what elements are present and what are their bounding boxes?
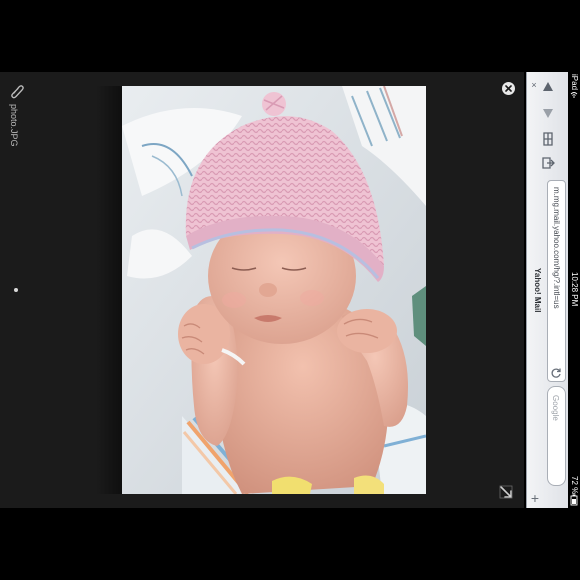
browser-toolbar: × m.mg.mail.yahoo.com/hg/?.intl=us Yahoo… <box>526 72 569 508</box>
ipad-screen: photo.JPG × m.mg.mail.yahoo.com/hg/?.int… <box>0 0 580 580</box>
clock: 10:28 PM <box>570 272 579 307</box>
page-indicator-dot <box>14 288 18 292</box>
battery-percent: 72 % <box>570 476 579 495</box>
search-placeholder: Google <box>551 395 560 421</box>
wifi-icon <box>570 92 578 98</box>
share-icon[interactable] <box>539 154 557 172</box>
device-label: iPad <box>570 74 579 91</box>
tab-close-button[interactable]: × <box>529 80 539 90</box>
triangle-back-icon[interactable] <box>539 78 557 96</box>
triangle-forward-icon[interactable] <box>539 104 557 122</box>
paperclip-icon <box>11 85 24 99</box>
close-icon <box>505 85 512 92</box>
battery-icon <box>570 494 578 506</box>
page-title: Yahoo! Mail <box>533 268 542 313</box>
add-tab-button[interactable]: + <box>526 488 544 508</box>
book-icon[interactable] <box>539 130 557 148</box>
photo-viewer: photo.JPG <box>0 72 524 508</box>
url-text: m.mg.mail.yahoo.com/hg/?.intl=us <box>552 187 561 309</box>
file-name-label: photo.JPG <box>9 104 19 147</box>
reload-icon[interactable] <box>550 367 562 379</box>
url-field[interactable]: m.mg.mail.yahoo.com/hg/?.intl=us <box>547 180 566 382</box>
status-bar: iPad 10:28 PM 72 % <box>568 72 580 508</box>
close-viewer-button[interactable] <box>502 82 515 95</box>
attachment-photo[interactable] <box>122 86 426 494</box>
expand-arrow-icon[interactable] <box>499 485 513 499</box>
search-field[interactable]: Google <box>547 386 566 486</box>
viewer-rail: photo.JPG <box>0 72 30 508</box>
baby-photo-image <box>122 86 426 494</box>
